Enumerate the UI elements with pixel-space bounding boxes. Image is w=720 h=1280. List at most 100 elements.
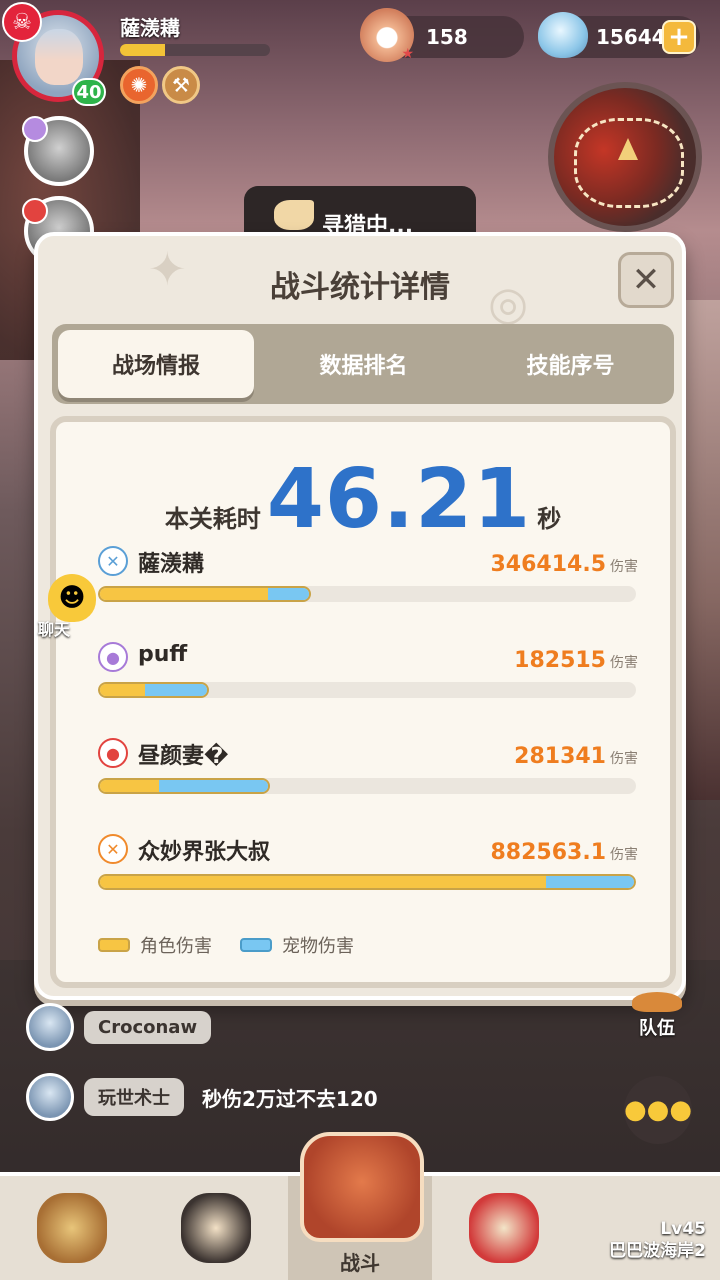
time-value: 46.21 <box>266 452 532 547</box>
minimap[interactable] <box>548 82 702 232</box>
pet-damage-segment <box>159 780 268 792</box>
locked-area-label: Lv45 巴巴波海岸2 <box>609 1218 706 1262</box>
nav-item-locked-area[interactable]: Lv45 巴巴波海岸2 <box>576 1176 720 1280</box>
lock-area-name: 巴巴波海岸2 <box>609 1241 706 1261</box>
class-icon: ✕ <box>98 546 128 576</box>
legend-role-label: 角色伤害 <box>140 936 212 957</box>
damage-total: 346414.5 伤害 <box>490 552 638 577</box>
stage-time: 本关耗时46.21 秒 <box>56 452 670 547</box>
player-name: 昼颜妻� <box>138 744 229 769</box>
damage-value: 346414.5 <box>490 552 606 577</box>
buff-fire-icon[interactable]: ✺ <box>120 66 158 104</box>
horn-icon <box>274 200 314 230</box>
team-label: 队伍 <box>639 1018 675 1039</box>
nav-battle-label: 战斗 <box>340 1251 380 1275</box>
avatar[interactable] <box>26 1003 74 1051</box>
pearl-icon: ★ <box>360 8 414 62</box>
player-marker-icon <box>618 138 638 160</box>
legend-pet-label: 宠物伤害 <box>282 936 354 957</box>
role-damage-segment <box>100 588 268 600</box>
battle-stats-dialog: ✦ ◎ 战斗统计详情 ✕ 战场情报 数据排名 技能序号 本关耗时46.21 秒 ✕… <box>34 232 686 1000</box>
damage-bar <box>98 586 636 602</box>
legend-pet: 宠物伤害 <box>240 932 354 958</box>
nav-item-pet[interactable] <box>144 1176 288 1280</box>
stats-panel: 本关耗时46.21 秒 ✕ 薩㵪耩 346414.5 伤害 ● puff 18251… <box>50 416 676 988</box>
gem-icon <box>538 12 588 58</box>
gem-currency: 15644 + <box>538 12 700 58</box>
class-icon: ● <box>98 738 128 768</box>
add-currency-button[interactable]: + <box>662 20 696 54</box>
pet-icon <box>181 1193 251 1263</box>
chat-message: 玩世术士 秒伤2万过不去120 <box>26 1072 378 1122</box>
battle-totem-icon[interactable] <box>300 1132 424 1242</box>
dragon-icon <box>469 1193 539 1263</box>
tab-bar: 战场情报 数据排名 技能序号 <box>52 324 674 404</box>
nav-item-character[interactable] <box>0 1176 144 1280</box>
pearl-amount: 158 <box>426 25 468 49</box>
legend-role: 角色伤害 <box>98 932 212 958</box>
avatar-face <box>35 29 83 85</box>
pearl-currency: ★ 158 <box>360 8 524 62</box>
chat-bubble-icon: ●●● <box>623 1095 693 1125</box>
damage-value: 882563.1 <box>490 840 606 865</box>
close-icon: ✕ <box>631 260 661 300</box>
chat-sender-name[interactable]: Croconaw <box>84 1010 212 1044</box>
chat-label[interactable]: 聊天 <box>38 616 70 640</box>
chat-text: 秒伤2万过不去120 <box>202 1086 378 1111</box>
damage-bar <box>98 682 636 698</box>
role-damage-segment <box>100 780 160 792</box>
pet-damage-segment <box>267 588 310 600</box>
time-label: 本关耗时 <box>164 505 261 533</box>
gem-amount: 15644 <box>596 25 666 49</box>
skull-icon: ☠ <box>2 2 42 42</box>
pet-damage-segment <box>545 876 634 888</box>
damage-row: ✕ 薩㵪耩 346414.5 伤害 <box>98 542 638 632</box>
chat-open-button[interactable]: ●●● <box>624 1076 692 1144</box>
damage-total: 882563.1 伤害 <box>490 840 638 865</box>
hp-bar-fill <box>120 44 165 56</box>
avatar[interactable] <box>26 1073 74 1121</box>
nav-item-dragon[interactable] <box>432 1176 576 1280</box>
damage-bar-fill <box>98 586 312 602</box>
time-unit: 秒 <box>537 505 562 533</box>
tab-skill-order[interactable]: 技能序号 <box>467 324 674 404</box>
player-name: 众妙界张大叔 <box>138 840 271 865</box>
class-icon: ✕ <box>98 834 128 864</box>
dialog-title: 战斗统计详情 <box>270 270 450 305</box>
damage-unit: 伤害 <box>610 655 638 671</box>
damage-value: 182515 <box>514 648 606 673</box>
tab-data-ranking[interactable]: 数据排名 <box>260 324 467 404</box>
buff-pickaxe-icon[interactable]: ⚒ <box>162 66 200 104</box>
role-damage-segment <box>100 684 145 696</box>
damage-bar <box>98 874 636 890</box>
chat-icon[interactable]: ☻ <box>48 574 96 622</box>
player-name: 薩㵪耩 <box>138 552 205 577</box>
chat-sender-name[interactable]: 玩世术士 <box>84 1078 184 1116</box>
close-button[interactable]: ✕ <box>618 252 674 308</box>
damage-total: 281341 伤害 <box>514 744 638 769</box>
team-button[interactable]: 队伍 <box>622 992 692 1048</box>
hp-bar <box>120 44 270 56</box>
class-badge-icon <box>22 116 48 142</box>
damage-bar <box>98 778 636 794</box>
tab-battle-intel[interactable]: 战场情报 <box>58 330 254 398</box>
role-damage-segment <box>100 876 546 888</box>
legend-swatch-pet <box>240 938 272 952</box>
pet-damage-segment <box>144 684 207 696</box>
legend: 角色伤害 宠物伤害 <box>98 932 382 958</box>
damage-row: ● puff 182515 伤害 <box>98 638 638 728</box>
level-badge: 40 <box>72 78 106 106</box>
damage-total: 182515 伤害 <box>514 648 638 673</box>
damage-bar-fill <box>98 682 209 698</box>
class-icon: ● <box>98 642 128 672</box>
legend-swatch-role <box>98 938 130 952</box>
chat-message: Croconaw <box>26 1002 229 1052</box>
damage-row: ● 昼颜妻� 281341 伤害 <box>98 734 638 824</box>
plus-icon: + <box>668 22 690 52</box>
damage-bar-fill <box>98 778 270 794</box>
player-name: puff <box>138 642 188 667</box>
minimap-path <box>574 118 684 208</box>
damage-row: ✕ 众妙界张大叔 882563.1 伤害 <box>98 830 638 920</box>
damage-bar-fill <box>98 874 636 890</box>
player-name: 薩㵪耩 <box>120 16 180 40</box>
